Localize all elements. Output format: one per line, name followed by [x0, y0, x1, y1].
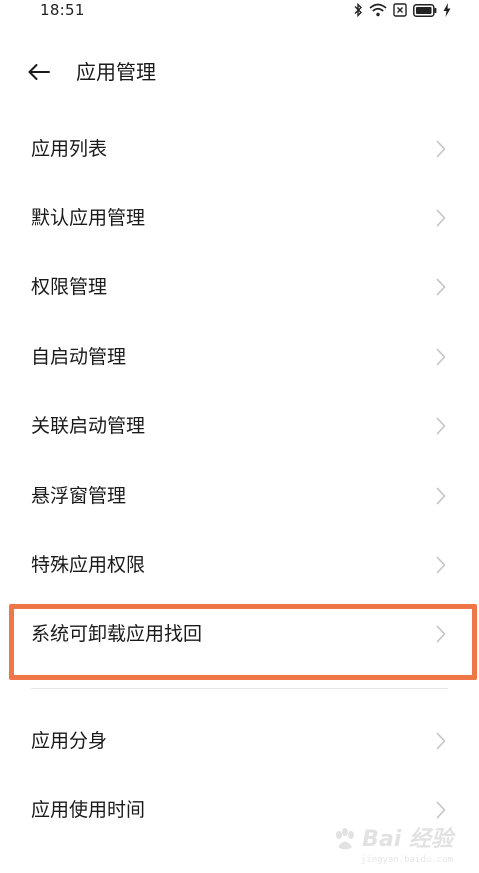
- menu-item-special-permissions[interactable]: 特殊应用权限: [0, 530, 479, 599]
- menu-item-label: 权限管理: [31, 276, 108, 299]
- sim-x-icon: [393, 3, 407, 17]
- status-time: 18:51: [40, 1, 85, 19]
- bluetooth-icon: [354, 3, 362, 17]
- page-title: 应用管理: [76, 60, 156, 84]
- watermark-url: jingyan.baidu.com: [360, 855, 453, 865]
- menu-item-label: 关联启动管理: [31, 415, 146, 438]
- back-button[interactable]: [24, 58, 54, 86]
- menu-item-app-clone[interactable]: 应用分身: [0, 706, 479, 775]
- charging-icon: [443, 3, 451, 17]
- chevron-right-icon: [436, 140, 446, 157]
- section-divider: [31, 688, 448, 689]
- app-header: 应用管理: [0, 48, 479, 96]
- arrow-left-icon: [28, 64, 50, 80]
- battery-icon: [413, 3, 437, 17]
- chevron-right-icon: [436, 279, 446, 296]
- menu-list-primary: 应用列表 默认应用管理 权限管理 自启动管理 关联启动管理 悬浮窗管理 特殊应用…: [0, 114, 479, 681]
- paw-logo-icon: [336, 828, 355, 850]
- menu-item-app-list[interactable]: 应用列表: [0, 114, 479, 183]
- menu-item-label: 特殊应用权限: [31, 554, 146, 577]
- chevron-right-icon: [436, 209, 446, 227]
- menu-item-label: 应用使用时间: [31, 799, 146, 822]
- menu-item-label: 系统可卸载应用找回: [31, 623, 203, 646]
- menu-item-permissions[interactable]: 权限管理: [0, 253, 479, 322]
- status-bar: 18:51: [0, 0, 479, 24]
- watermark-brand: Bai 经验: [362, 827, 453, 852]
- chevron-right-icon: [436, 556, 446, 574]
- chevron-right-icon: [436, 626, 446, 643]
- status-icons: [353, 2, 451, 18]
- menu-item-label: 应用列表: [31, 137, 108, 160]
- menu-item-label: 自启动管理: [31, 345, 127, 368]
- menu-item-floating-window[interactable]: 悬浮窗管理: [0, 461, 479, 530]
- menu-item-autostart[interactable]: 自启动管理: [0, 322, 479, 391]
- baidu-jingyan-watermark: Bai 经验 jingyan.baidu.com: [332, 813, 453, 865]
- chevron-right-icon: [436, 487, 446, 504]
- menu-item-default-apps[interactable]: 默认应用管理: [0, 183, 479, 252]
- wifi-icon: [369, 3, 387, 17]
- chevron-right-icon: [436, 417, 446, 435]
- menu-item-label: 应用分身: [31, 729, 108, 752]
- chevron-right-icon: [436, 348, 446, 366]
- chevron-right-icon: [436, 732, 446, 749]
- menu-item-restore-uninstallable-apps[interactable]: 系统可卸载应用找回: [0, 600, 479, 681]
- menu-item-label: 悬浮窗管理: [31, 484, 127, 507]
- menu-item-label: 默认应用管理: [31, 207, 146, 230]
- menu-item-associated-launch[interactable]: 关联启动管理: [0, 392, 479, 461]
